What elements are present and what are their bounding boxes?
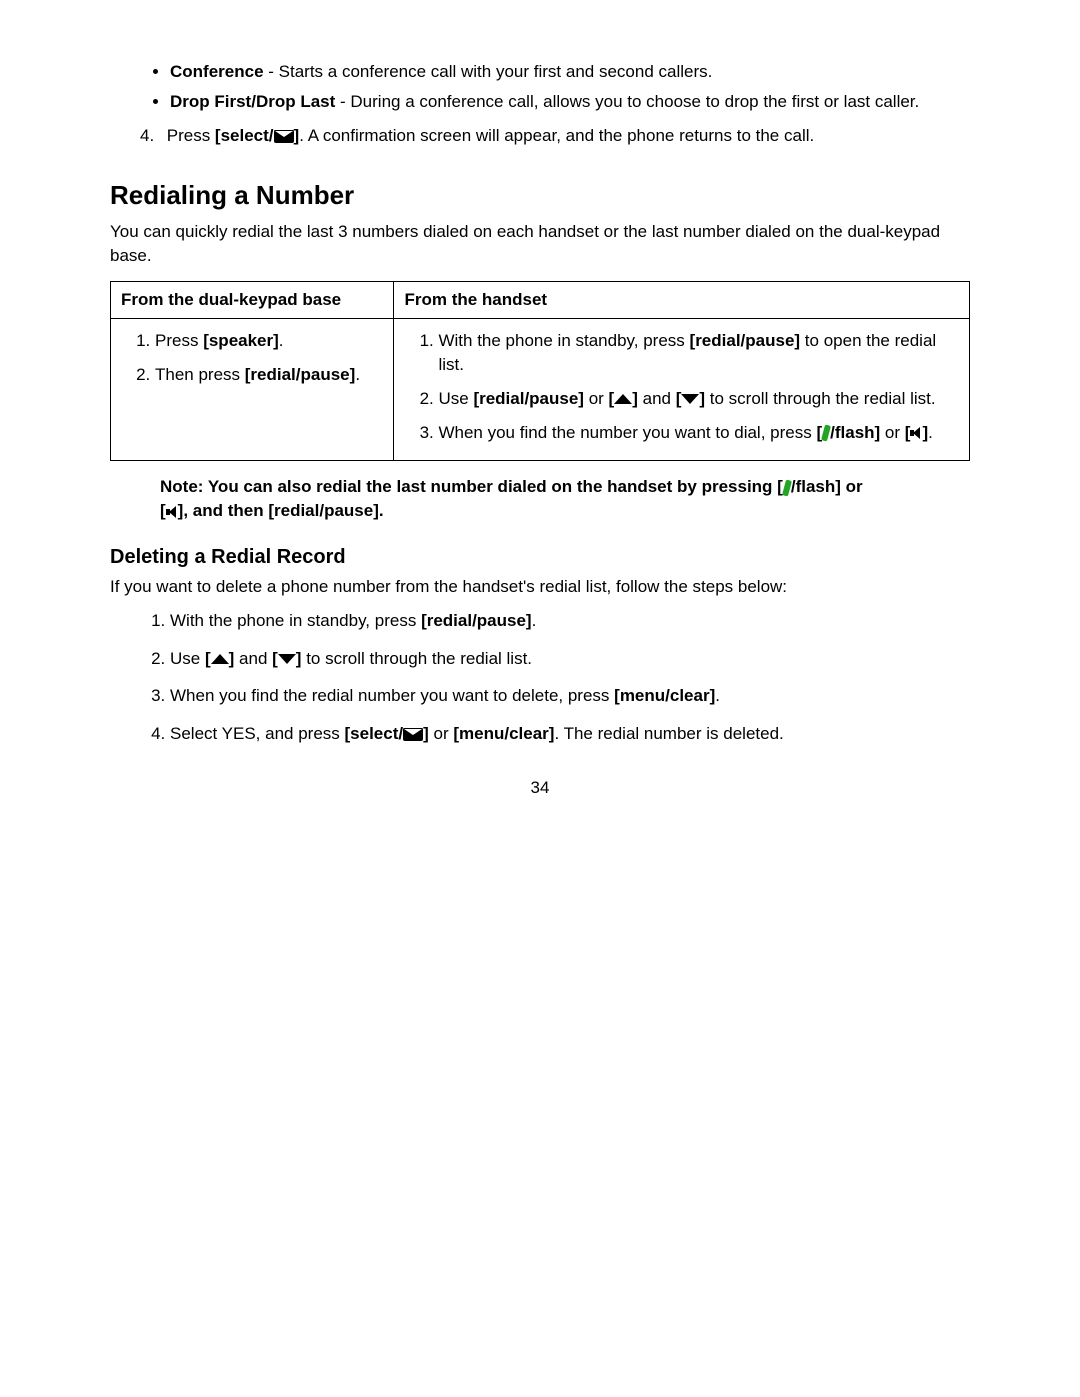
key-redial: [redial/pause] — [245, 365, 356, 384]
td-base: Press [speaker]. Then press [redial/paus… — [111, 319, 394, 461]
handset-step-2: Use [redial/pause] or [] and [] to scrol… — [438, 387, 959, 411]
redial-table: From the dual-keypad base From the hands… — [110, 281, 970, 461]
text: or — [584, 389, 609, 408]
text: . — [355, 365, 360, 384]
key-menu-clear: [menu/clear] — [614, 686, 715, 705]
speaker-icon — [166, 506, 178, 518]
base-steps: Press [speaker]. Then press [redial/paus… — [121, 329, 383, 387]
delete-step-2: Use [] and [] to scroll through the redi… — [170, 647, 970, 671]
term: Conference — [170, 62, 264, 81]
text: or — [880, 423, 905, 442]
text: Press — [167, 126, 215, 145]
key-select: [select/] — [345, 724, 429, 743]
text: and — [234, 649, 272, 668]
text: and — [638, 389, 676, 408]
up-arrow-icon — [211, 654, 229, 664]
text: Use — [438, 389, 473, 408]
text: . — [532, 611, 537, 630]
text: . — [279, 331, 284, 350]
delete-step-4: Select YES, and press [select/] or [menu… — [170, 722, 970, 746]
text: . — [928, 423, 933, 442]
handset-step-1: With the phone in standby, press [redial… — [438, 329, 959, 377]
handset-step-3: When you find the number you want to dia… — [438, 421, 959, 445]
key-menu-clear: [menu/clear] — [453, 724, 554, 743]
bullet-conference: Conference - Starts a conference call wi… — [170, 60, 970, 84]
handset-steps: With the phone in standby, press [redial… — [404, 329, 959, 444]
text: Select YES, and press — [170, 724, 345, 743]
heading-deleting: Deleting a Redial Record — [110, 543, 970, 571]
key-select: [select/] — [215, 126, 299, 145]
heading-redialing: Redialing a Number — [110, 177, 970, 213]
text: to scroll through the redial list. — [705, 389, 936, 408]
delete-steps: With the phone in standby, press [redial… — [110, 609, 970, 746]
speaker-icon — [910, 427, 922, 439]
text: Use — [170, 649, 205, 668]
text: Press — [155, 331, 203, 350]
up-arrow-icon — [614, 394, 632, 404]
page-number: 34 — [110, 776, 970, 800]
step-4: 4. Press [select/]. A confirmation scree… — [140, 124, 970, 148]
text: to scroll through the redial list. — [301, 649, 532, 668]
delete-step-3: When you find the redial number you want… — [170, 684, 970, 708]
text: . A confirmation screen will appear, and… — [299, 126, 814, 145]
th-base: From the dual-keypad base — [111, 282, 394, 319]
talk-icon — [782, 479, 792, 496]
bullet-drop: Drop First/Drop Last - During a conferen… — [170, 90, 970, 114]
key-up: [] — [205, 649, 234, 668]
key-label: [select/ — [345, 724, 404, 743]
text: or — [429, 724, 454, 743]
key-speaker-icon: [] — [905, 423, 928, 442]
th-handset: From the handset — [394, 282, 970, 319]
term: Drop First/Drop Last — [170, 92, 335, 111]
text: Then press — [155, 365, 245, 384]
flash-label: flash] — [835, 423, 880, 442]
td-handset: With the phone in standby, press [redial… — [394, 319, 970, 461]
key-redial: [redial/pause] — [690, 331, 801, 350]
text: With the phone in standby, press — [438, 331, 689, 350]
note-text-4: ], and then [redial/pause]. — [178, 501, 384, 520]
text: When you find the redial number you want… — [170, 686, 614, 705]
desc: - Starts a conference call with your fir… — [264, 62, 713, 81]
intro-redialing: You can quickly redial the last 3 number… — [110, 220, 970, 268]
key-down: [] — [676, 389, 705, 408]
manual-page: Conference - Starts a conference call wi… — [0, 0, 1080, 1397]
note-redial: Note: You can also redial the last numbe… — [160, 475, 920, 523]
desc: - During a conference call, allows you t… — [335, 92, 919, 111]
feature-bullets: Conference - Starts a conference call wi… — [110, 60, 970, 114]
delete-step-1: With the phone in standby, press [redial… — [170, 609, 970, 633]
key-speaker: [speaker] — [203, 331, 279, 350]
base-step-1: Press [speaker]. — [155, 329, 383, 353]
key-down: [] — [272, 649, 301, 668]
text: When you find the number you want to dia… — [438, 423, 816, 442]
step-num: 4. — [140, 124, 162, 148]
note-text-2: flash] or — [796, 477, 863, 496]
talk-icon — [821, 425, 831, 442]
key-up: [] — [609, 389, 638, 408]
down-arrow-icon — [681, 394, 699, 404]
base-step-2: Then press [redial/pause]. — [155, 363, 383, 387]
text: . The redial number is deleted. — [554, 724, 783, 743]
envelope-icon — [403, 728, 423, 741]
down-arrow-icon — [278, 654, 296, 664]
text: . — [715, 686, 720, 705]
envelope-icon — [274, 130, 294, 143]
text: With the phone in standby, press — [170, 611, 421, 630]
intro-deleting: If you want to delete a phone number fro… — [110, 575, 970, 599]
note-text-1: Note: You can also redial the last numbe… — [160, 477, 783, 496]
key-label: [select/ — [215, 126, 274, 145]
key-redial: [redial/pause] — [421, 611, 532, 630]
key-talk-flash: [/flash] — [816, 423, 880, 442]
key-redial: [redial/pause] — [473, 389, 584, 408]
